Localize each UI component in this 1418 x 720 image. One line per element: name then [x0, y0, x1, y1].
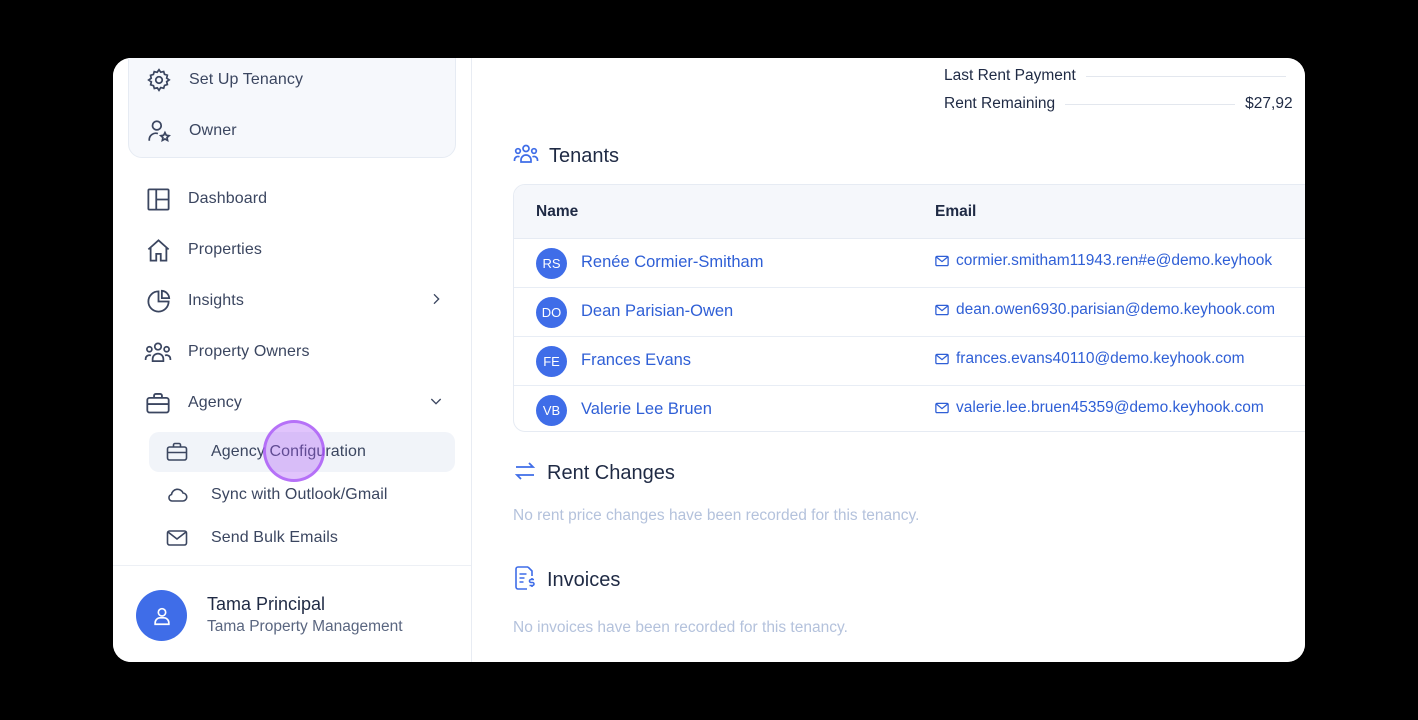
tenant-name-link[interactable]: Valerie Lee Bruen	[581, 400, 712, 419]
invoices-heading: Invoices	[513, 565, 620, 596]
sidebar-item-label: Agency	[188, 394, 242, 411]
tenant-avatar: FE	[536, 346, 567, 377]
section-title: Invoices	[547, 569, 621, 591]
section-title: Rent Changes	[547, 462, 675, 484]
tenant-name-link[interactable]: Dean Parisian-Owen	[581, 302, 733, 321]
summary-label: Last Rent Payment	[944, 67, 1076, 84]
users-icon	[144, 338, 172, 366]
table-header: Name Email	[514, 185, 1305, 239]
sidebar-item-owner[interactable]: Owner	[145, 111, 237, 151]
briefcase-icon	[144, 389, 172, 417]
rent-changes-heading: Rent Changes	[513, 459, 675, 488]
sidebar-item-properties[interactable]: Properties	[144, 230, 262, 270]
section-title: Tenants	[549, 145, 620, 167]
user-profile[interactable]: Tama Principal Tama Property Management	[113, 565, 471, 662]
invoice-icon	[513, 565, 537, 596]
summary-last-rent-payment: Last Rent Payment	[944, 65, 1305, 87]
briefcase-icon	[163, 438, 191, 466]
sidebar-item-insights[interactable]: Insights	[144, 281, 444, 321]
tenant-email: dean.owen6930.parisian@demo.keyhook.com	[956, 301, 1276, 318]
house-icon	[144, 236, 172, 264]
tenant-email: frances.evans40110@demo.keyhook.com	[956, 350, 1245, 367]
user-icon	[153, 607, 170, 625]
avatar	[136, 590, 187, 641]
summary-divider	[1065, 103, 1236, 105]
table-row[interactable]: VB Valerie Lee Bruen valerie.lee.bruen45…	[514, 386, 1305, 431]
tenant-name-link[interactable]: Frances Evans	[581, 351, 691, 370]
mail-icon	[935, 353, 949, 365]
table-row[interactable]: RS Renée Cormier-Smitham cormier.smitham…	[514, 239, 1305, 288]
tenant-email: cormier.smitham11943.ren#e@demo.keyhook	[956, 252, 1273, 269]
tenants-table: Name Email RS Renée Cormier-Smitham corm…	[513, 184, 1305, 432]
sidebar-item-label: Properties	[188, 241, 262, 258]
user-name: Tama Principal	[207, 594, 326, 614]
invoices-empty-state: No invoices have been recorded for this …	[513, 619, 848, 636]
tenant-email-link[interactable]: cormier.smitham11943.ren#e@demo.keyhook	[935, 252, 1272, 270]
mail-icon	[935, 255, 949, 267]
tenant-email-link[interactable]: dean.owen6930.parisian@demo.keyhook.com	[935, 301, 1275, 319]
mail-icon	[935, 304, 949, 316]
chevron-right-icon[interactable]	[428, 291, 444, 312]
tenant-avatar: RS	[536, 248, 567, 279]
users-icon	[513, 142, 539, 171]
mail-icon	[163, 524, 191, 552]
tenant-avatar: VB	[536, 395, 567, 426]
layout-icon	[144, 185, 172, 213]
sidebar-subitem-sync-outlook-gmail[interactable]: Sync with Outlook/Gmail	[163, 475, 388, 515]
sidebar-subitem-label: Sync with Outlook/Gmail	[211, 486, 388, 503]
user-organization: Tama Property Management	[207, 618, 403, 635]
app-window: Set Up Tenancy Owner Dashboard Propertie…	[113, 58, 1305, 662]
summary-divider	[1085, 75, 1286, 77]
cloud-icon	[163, 481, 191, 509]
tenant-email-link[interactable]: frances.evans40110@demo.keyhook.com	[935, 350, 1245, 368]
sidebar-item-label: Owner	[189, 122, 237, 139]
summary-rent-remaining: Rent Remaining $27,92	[944, 93, 1305, 115]
sidebar: Set Up Tenancy Owner Dashboard Propertie…	[113, 58, 472, 662]
column-header-email: Email	[935, 203, 977, 220]
chevron-down-icon[interactable]	[428, 393, 444, 414]
sidebar-item-label: Insights	[188, 292, 244, 309]
table-row[interactable]: DO Dean Parisian-Owen dean.owen6930.pari…	[514, 288, 1305, 337]
rent-changes-empty-state: No rent price changes have been recorded…	[513, 507, 920, 524]
sidebar-item-dashboard[interactable]: Dashboard	[144, 179, 267, 219]
swap-arrows-icon	[513, 459, 537, 488]
sidebar-item-label: Property Owners	[188, 343, 310, 360]
click-indicator	[263, 420, 325, 482]
mail-icon	[935, 402, 949, 414]
summary-label: Rent Remaining	[944, 95, 1056, 112]
tenant-email: valerie.lee.bruen45359@demo.keyhook.com	[956, 399, 1264, 416]
main-content: Last Rent Payment Rent Remaining $27,92 …	[472, 58, 1305, 662]
sidebar-item-agency[interactable]: Agency	[144, 383, 444, 423]
pie-chart-icon	[144, 287, 172, 315]
sidebar-item-label: Set Up Tenancy	[189, 71, 304, 88]
sidebar-item-set-up-tenancy[interactable]: Set Up Tenancy	[145, 60, 303, 100]
tenant-name-link[interactable]: Renée Cormier-Smitham	[581, 253, 763, 272]
tenant-avatar: DO	[536, 297, 567, 328]
column-header-name: Name	[536, 203, 579, 220]
tenants-heading: Tenants	[513, 142, 619, 171]
table-row[interactable]: FE Frances Evans frances.evans40110@demo…	[514, 337, 1305, 386]
summary-value: $27,92	[1245, 95, 1293, 112]
gear-icon	[145, 66, 173, 94]
sidebar-subitem-send-bulk-emails[interactable]: Send Bulk Emails	[163, 518, 338, 558]
sidebar-subitem-label: Send Bulk Emails	[211, 529, 338, 546]
sidebar-item-label: Dashboard	[188, 190, 268, 207]
user-star-icon	[145, 117, 173, 145]
sidebar-item-property-owners[interactable]: Property Owners	[144, 332, 310, 372]
tenant-email-link[interactable]: valerie.lee.bruen45359@demo.keyhook.com	[935, 399, 1264, 417]
